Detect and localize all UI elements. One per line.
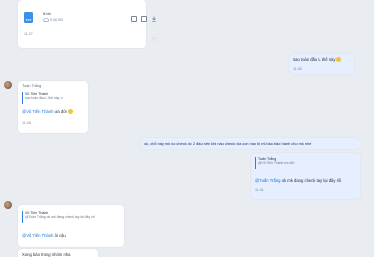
cloud-icon: [43, 18, 49, 22]
sender-name[interactable]: Tuấn Trắng: [22, 84, 41, 88]
message-time: 11:27: [24, 32, 33, 36]
quoted-message[interactable]: Vũ Tiến Thành @Tuấn Trắng ok mk đang che…: [22, 211, 95, 223]
txt-file-icon: TXT: [24, 12, 33, 23]
outgoing-message[interactable]: sao toàn đầu L thế này 11:28: [289, 54, 354, 74]
share-button[interactable]: [131, 16, 137, 22]
file-message-bubble[interactable]: TXT 5.txt 5.58 KB 11:27 ♡: [18, 0, 156, 48]
message-text: sao toàn đầu L thế này: [293, 57, 336, 62]
message-text: Xong báo trong nhóm nha: [22, 252, 71, 257]
quote-text: @Vũ Tiến Thành ưa đời: [258, 161, 295, 166]
message-row: @Tuấn Trắng ok mk đang check tay lại đây…: [255, 178, 341, 183]
quoted-message[interactable]: Tuấn Trắng @Vũ Tiến Thành ưa đời: [255, 157, 294, 169]
mention-link[interactable]: @Vũ Tiến Thành: [22, 233, 53, 238]
quote-text: sao toàn đầu L thế này :x: [25, 96, 63, 101]
avatar[interactable]: [4, 201, 12, 209]
heart-icon[interactable]: ♡: [152, 37, 156, 43]
mention-link[interactable]: @Tuấn Trắng: [255, 178, 281, 183]
download-icon[interactable]: [151, 16, 157, 22]
outgoing-message[interactable]: ok, chỗ này mk ko check dc 2 đầu nên khi…: [140, 138, 360, 149]
message-row: @Vũ Tiến Thành ưa đời: [22, 109, 73, 115]
copy-button[interactable]: [141, 16, 147, 22]
incoming-message[interactable]: Tuấn Trắng Vũ Tiến Thành sao toàn đầu L …: [18, 81, 88, 133]
outgoing-message[interactable]: Tuấn Trắng @Vũ Tiến Thành ưa đời @Tuấn T…: [251, 153, 360, 199]
message-text: ưa đời: [53, 109, 67, 114]
message-time: 11:28: [293, 67, 302, 71]
quoted-message[interactable]: Vũ Tiến Thành sao toàn đầu L thế này :x: [22, 92, 63, 104]
quote-text: @Tuấn Trắng ok mk đang check tay lại đây…: [25, 215, 95, 220]
mention-link[interactable]: @Vũ Tiến Thành: [22, 109, 53, 114]
message-time: 11:28: [22, 121, 31, 125]
incoming-message[interactable]: Vũ Tiến Thành @Tuấn Trắng ok mk đang che…: [18, 205, 124, 247]
file-size: 5.58 KB: [50, 18, 63, 22]
emoji-icon: [67, 109, 73, 115]
message-row: sao toàn đầu L thế này: [293, 57, 342, 63]
emoji-icon: [336, 57, 342, 63]
message-text: ok, chỗ này mk ko check dc 2 đầu nên khi…: [144, 141, 312, 146]
file-type-label: TXT: [25, 17, 32, 22]
incoming-message[interactable]: Xong báo trong nhóm nha: [18, 249, 98, 257]
message-row: @Vũ Tiến Thành ôi cậu: [22, 233, 66, 238]
message-text: ôi cậu: [53, 233, 66, 238]
message-time: 11:41: [255, 188, 264, 192]
file-meta: 5.58 KB: [43, 18, 63, 22]
message-text: ok mk đang check tay lại đây rồi: [280, 178, 342, 183]
avatar[interactable]: [4, 81, 12, 89]
file-name[interactable]: 5.txt: [43, 11, 51, 16]
